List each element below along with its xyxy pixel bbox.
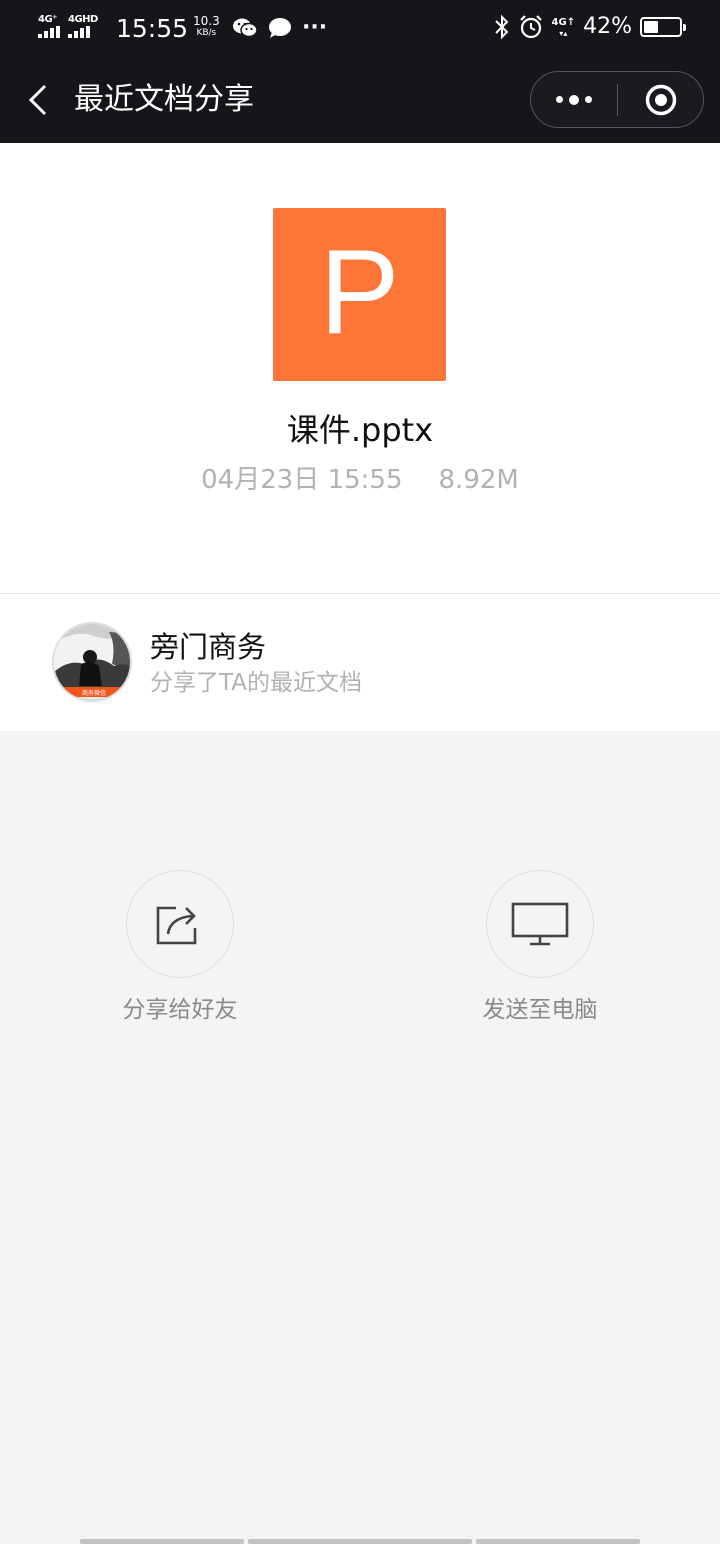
avatar[interactable]: 商务微信 bbox=[52, 622, 132, 702]
avatar-badge-text: 商务微信 bbox=[82, 689, 106, 697]
status-right: 4G↑ ▾▴ 42% bbox=[494, 14, 686, 40]
bluetooth-icon bbox=[494, 14, 508, 40]
data-arrows-icon: ▾▴ bbox=[559, 28, 568, 38]
file-date: 04月23日 15:55 bbox=[201, 465, 403, 495]
message-bubble-icon bbox=[269, 18, 291, 38]
bottom-gesture-bar bbox=[476, 1539, 640, 1544]
battery-fill bbox=[644, 21, 659, 33]
share-label: 分享给好友 bbox=[122, 997, 238, 1023]
share-to-friend-button[interactable]: 分享给好友 bbox=[60, 870, 300, 1026]
file-meta: 04月23日 15:55 8.92M bbox=[0, 463, 720, 497]
sharer-row: 商务微信 旁门商务 分享了TA的最近文档 bbox=[0, 594, 720, 731]
signal-bars-icon bbox=[68, 26, 90, 38]
send-to-pc-button[interactable]: 发送至电脑 bbox=[420, 870, 660, 1026]
page-title: 最近文档分享 bbox=[74, 82, 254, 117]
pc-icon-circle[interactable] bbox=[486, 870, 594, 978]
net-label-1: 4G⁺ bbox=[38, 14, 57, 25]
network-speed: 10.3 KB/s bbox=[193, 15, 220, 39]
share-icon bbox=[156, 906, 197, 945]
nav-bar: 最近文档分享 bbox=[0, 56, 720, 143]
signal-4g-plus: 4G⁺ bbox=[38, 14, 60, 38]
net-label-2: 4GHD bbox=[68, 14, 98, 25]
network-signals: 4G⁺ 4GHD bbox=[38, 12, 106, 40]
more-button[interactable] bbox=[531, 72, 617, 127]
signal-bars-icon bbox=[38, 26, 60, 38]
file-name: 课件.pptx bbox=[286, 411, 434, 449]
clock: 15:55 bbox=[116, 14, 189, 43]
close-miniprogram-button[interactable] bbox=[618, 72, 703, 127]
pptx-file-icon[interactable]: P bbox=[273, 208, 446, 381]
more-notifications-dots: ··· bbox=[302, 15, 328, 40]
more-dot-icon bbox=[556, 96, 563, 103]
speed-unit: KB/s bbox=[196, 28, 217, 38]
sharer-subtitle: 分享了TA的最近文档 bbox=[150, 670, 362, 696]
battery-percent: 42% bbox=[583, 14, 632, 39]
notification-icons: ··· bbox=[232, 17, 327, 39]
status-bar: 4G⁺ 4GHD 15:55 10.3 KB/s ··· 4G↑ ▾▴ 42% bbox=[0, 0, 720, 56]
alarm-icon bbox=[519, 15, 542, 39]
mobile-data-label: 4G↑ bbox=[551, 16, 576, 28]
miniprogram-capsule bbox=[530, 71, 704, 128]
speed-value: 10.3 bbox=[193, 14, 220, 28]
file-size: 8.92M bbox=[438, 465, 519, 495]
send-to-pc-label: 发送至电脑 bbox=[482, 997, 598, 1023]
file-card: P 课件.pptx 04月23日 15:55 8.92M bbox=[0, 143, 720, 593]
battery-icon bbox=[640, 17, 686, 37]
more-dot-icon bbox=[569, 94, 579, 105]
back-button[interactable] bbox=[18, 80, 58, 120]
sharer-name: 旁门商务 bbox=[150, 630, 267, 664]
chevron-left-icon bbox=[28, 84, 47, 116]
mobile-data-indicator: 4G↑ ▾▴ bbox=[552, 17, 576, 38]
signal-4g-hd: 4GHD bbox=[68, 14, 98, 38]
monitor-icon bbox=[511, 902, 569, 946]
wechat-icon bbox=[233, 18, 258, 38]
bottom-gesture-bar bbox=[248, 1539, 472, 1544]
bottom-gesture-bar bbox=[80, 1539, 244, 1544]
file-icon-letter: P bbox=[319, 224, 400, 359]
more-dot-icon bbox=[585, 96, 592, 103]
share-icon-circle[interactable] bbox=[126, 870, 234, 978]
target-circle-icon bbox=[645, 84, 676, 115]
avatar-image: 商务微信 bbox=[54, 624, 130, 700]
